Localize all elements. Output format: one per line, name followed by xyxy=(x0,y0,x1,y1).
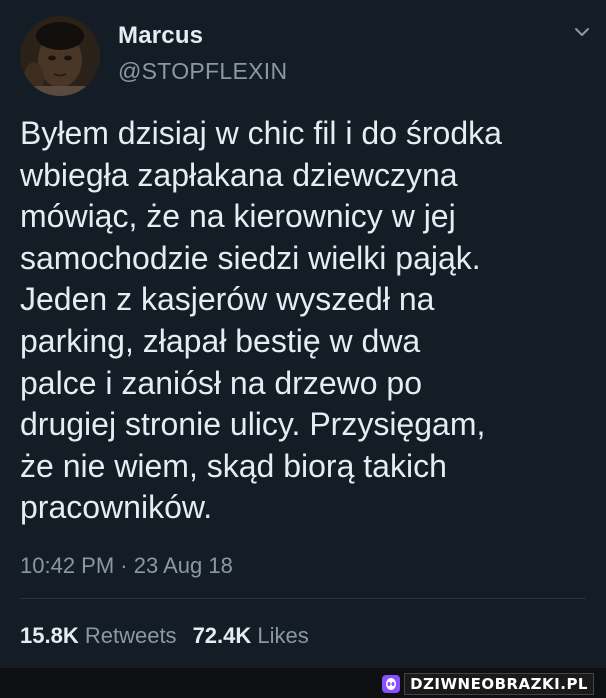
retweets-label: Retweets xyxy=(84,623,177,648)
divider xyxy=(20,598,586,599)
watermark: DZIWNEOBRAZKI.PL xyxy=(382,673,594,695)
tweet-text: Byłem dzisiaj w chic fil i do środka wbi… xyxy=(20,115,502,526)
avatar[interactable] xyxy=(20,16,100,96)
engagement-stats: 15.8K Retweets 72.4K Likes xyxy=(20,623,309,649)
likes-count: 72.4K xyxy=(192,623,252,648)
author-handle[interactable]: @STOPFLEXIN xyxy=(118,58,287,85)
chevron-down-icon[interactable] xyxy=(574,26,590,38)
tweet-card: Marcus @STOPFLEXIN Byłem dzisiaj w chic … xyxy=(0,0,606,668)
retweets-stat[interactable]: 15.8K Retweets xyxy=(20,623,177,648)
likes-stat[interactable]: 72.4K Likes xyxy=(193,623,309,648)
retweets-count: 15.8K xyxy=(20,623,79,648)
likes-label: Likes xyxy=(257,623,309,648)
author-name[interactable]: Marcus xyxy=(118,22,203,50)
alien-icon xyxy=(382,675,401,693)
watermark-text: DZIWNEOBRAZKI.PL xyxy=(404,673,594,695)
avatar-image xyxy=(20,16,100,96)
tweet-timestamp[interactable]: 10:42 PM · 23 Aug 18 xyxy=(20,553,233,579)
